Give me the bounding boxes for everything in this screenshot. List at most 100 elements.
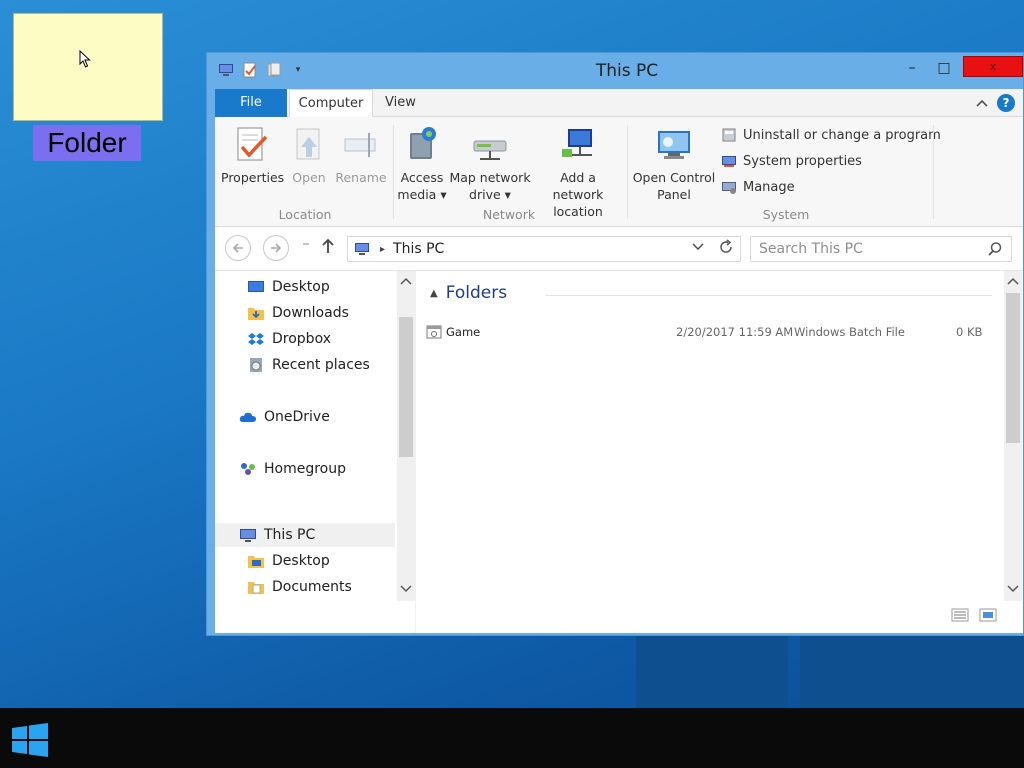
- mouse-cursor-icon: [79, 50, 91, 68]
- desktop-tile: [636, 636, 788, 708]
- scroll-down-arrow-icon[interactable]: [397, 583, 415, 596]
- search-input[interactable]: [751, 237, 971, 261]
- scroll-thumb[interactable]: [399, 317, 413, 457]
- navigation-bar: ▸ This PC: [215, 227, 1023, 271]
- properties-icon[interactable]: [241, 61, 259, 79]
- computer-icon: [240, 529, 256, 542]
- properties-button[interactable]: Properties: [221, 125, 284, 186]
- manage-button[interactable]: Manage: [721, 179, 795, 195]
- forward-button[interactable]: [263, 235, 289, 261]
- access-media-button[interactable]: Access media ▾: [397, 125, 447, 203]
- ribbon-separator: [933, 125, 934, 219]
- folders-section-header[interactable]: ▲ Folders: [430, 283, 507, 303]
- computer-icon[interactable]: [217, 61, 235, 79]
- address-path[interactable]: This PC: [393, 241, 444, 257]
- nav-item-label: Desktop: [272, 279, 330, 295]
- nav-item-label: Dropbox: [272, 331, 331, 347]
- open-control-panel-label-1: Open Control: [632, 170, 716, 185]
- location-group-label: Location: [278, 207, 332, 222]
- minimize-button[interactable]: –: [901, 57, 923, 79]
- rename-label: Rename: [335, 170, 387, 185]
- documents-folder-icon: [248, 582, 264, 594]
- scroll-up-arrow-icon[interactable]: [397, 275, 415, 288]
- nav-item-dropbox[interactable]: Dropbox: [247, 327, 331, 351]
- windows-start-icon[interactable]: [10, 714, 50, 766]
- media-server-icon: [410, 127, 436, 159]
- nav-item-label: Documents: [272, 579, 352, 595]
- nav-item-desktop[interactable]: Desktop: [247, 275, 330, 299]
- explorer-window: ▾ This PC – □ x File Computer View ? Pro…: [206, 52, 1024, 636]
- customize-toolbar-dropdown-icon[interactable]: ▾: [289, 61, 307, 79]
- details-view-icon[interactable]: [951, 607, 969, 623]
- breadcrumb-chevron-icon[interactable]: ▸: [380, 244, 385, 255]
- recent-locations-dropdown-icon[interactable]: [301, 237, 311, 255]
- onedrive-cloud-icon: [239, 412, 256, 422]
- back-arrow-icon: [232, 243, 243, 253]
- collapse-triangle-icon[interactable]: ▲: [430, 288, 438, 299]
- file-name: Game: [446, 325, 481, 339]
- up-arrow-icon[interactable]: [321, 237, 335, 259]
- new-folder-icon[interactable]: [265, 61, 283, 79]
- downloads-folder-icon: [248, 308, 264, 320]
- nav-item-documents[interactable]: Documents: [247, 575, 352, 599]
- nav-item-desktop-2[interactable]: Desktop: [247, 549, 330, 573]
- nav-item-label: Recent places: [272, 357, 370, 373]
- desktop-tile: [800, 636, 1024, 708]
- help-button[interactable]: ?: [997, 94, 1015, 112]
- nav-item-homegroup[interactable]: Homegroup: [239, 457, 346, 481]
- forward-arrow-icon: [271, 243, 282, 253]
- open-control-panel-button[interactable]: Open Control Panel: [631, 125, 717, 203]
- desktop-folder-label[interactable]: Folder: [33, 125, 141, 161]
- back-button[interactable]: [225, 235, 251, 261]
- add-network-location-button[interactable]: Add a network location: [533, 125, 623, 220]
- manage-label: Manage: [743, 179, 795, 195]
- minimize-ribbon-chevron-icon[interactable]: [973, 94, 991, 112]
- homegroup-icon: [241, 463, 255, 475]
- nav-item-recent-places[interactable]: Recent places: [247, 353, 370, 377]
- nav-item-label: This PC: [264, 527, 316, 543]
- nav-item-downloads[interactable]: Downloads: [247, 301, 349, 325]
- network-group-label: Network: [482, 207, 536, 222]
- access-media-label-1: Access: [400, 170, 444, 185]
- tab-file[interactable]: File: [215, 89, 287, 117]
- nav-item-onedrive[interactable]: OneDrive: [239, 405, 330, 429]
- control-panel-icon: [658, 131, 690, 159]
- system-properties-label: System properties: [743, 153, 862, 169]
- scroll-down-arrow-icon[interactable]: [1004, 583, 1022, 596]
- search-icon[interactable]: [987, 241, 1003, 257]
- nav-item-label: Desktop: [272, 553, 330, 569]
- close-button[interactable]: x: [963, 56, 1023, 77]
- nav-pane-scrollbar[interactable]: [397, 271, 415, 601]
- uninstall-icon: [722, 128, 736, 142]
- refresh-icon[interactable]: [718, 239, 734, 259]
- system-properties-button[interactable]: System properties: [721, 153, 862, 169]
- large-icons-view-icon[interactable]: [979, 607, 997, 623]
- system-group-label: System: [762, 207, 810, 222]
- taskbar: [0, 708, 1024, 768]
- open-control-panel-label-2: Panel: [657, 187, 691, 202]
- rename-button[interactable]: Rename: [333, 125, 389, 186]
- scroll-thumb[interactable]: [1006, 293, 1020, 443]
- uninstall-program-button[interactable]: Uninstall or change a program: [721, 127, 941, 143]
- network-location-icon: [562, 129, 592, 157]
- dropbox-icon: [248, 333, 264, 345]
- search-box[interactable]: [750, 236, 1012, 262]
- scroll-up-arrow-icon[interactable]: [1004, 275, 1022, 288]
- nav-item-label: Homegroup: [264, 461, 347, 477]
- tab-view[interactable]: View: [375, 89, 426, 117]
- open-button[interactable]: Open: [289, 125, 329, 186]
- address-bar[interactable]: ▸ This PC: [347, 236, 741, 262]
- manage-icon: [722, 182, 736, 194]
- section-title: Folders: [445, 283, 508, 303]
- view-toggle-group: [951, 607, 997, 623]
- title-bar[interactable]: ▾ This PC – □ x: [207, 53, 1023, 89]
- map-network-drive-button[interactable]: Map network drive ▾: [449, 125, 531, 203]
- quick-access-toolbar: ▾: [217, 61, 307, 79]
- content-scrollbar[interactable]: [1004, 271, 1022, 601]
- tab-computer[interactable]: Computer: [289, 89, 373, 118]
- maximize-button[interactable]: □: [933, 57, 955, 79]
- file-row[interactable]: Game 2/20/2017 11:59 AM Windows Batch Fi…: [422, 321, 994, 343]
- nav-item-this-pc[interactable]: This PC: [215, 523, 395, 547]
- address-dropdown-icon[interactable]: [692, 241, 704, 254]
- section-divider: [546, 295, 992, 296]
